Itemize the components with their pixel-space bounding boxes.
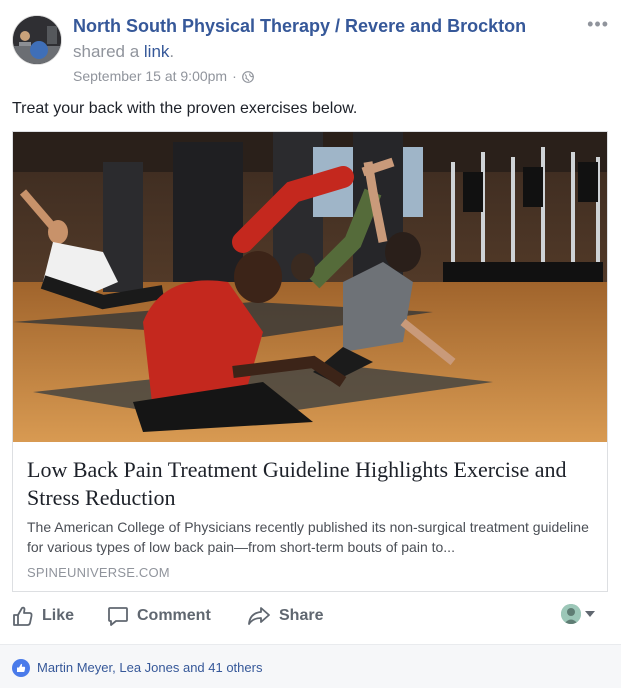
link-preview-image[interactable] xyxy=(13,132,607,442)
more-options-icon[interactable]: ••• xyxy=(587,14,609,35)
share-button[interactable]: Share xyxy=(247,605,323,627)
like-label: Like xyxy=(42,607,75,624)
post-message: Treat your back with the proven exercise… xyxy=(12,100,358,117)
page-avatar[interactable] xyxy=(12,15,62,65)
comment-icon xyxy=(107,605,129,627)
chevron-down-icon xyxy=(585,611,595,617)
shared-link[interactable]: link xyxy=(144,42,170,61)
reaction-summary-link[interactable]: Martin Meyer, Lea Jones and 41 others xyxy=(37,660,262,675)
shared-suffix: . xyxy=(169,42,175,61)
facebook-post: North South Physical Therapy / Revere an… xyxy=(0,0,621,688)
globe-icon[interactable] xyxy=(241,70,254,83)
meta-separator: · xyxy=(232,68,237,84)
shared-prefix: shared a xyxy=(73,42,140,61)
thumbs-up-icon xyxy=(12,605,34,627)
post-meta: September 15 at 9:00pm · xyxy=(73,68,254,84)
share-icon xyxy=(247,605,271,627)
post-as-selector[interactable] xyxy=(561,604,595,624)
link-description: The American College of Physicians recen… xyxy=(27,519,589,555)
comment-button[interactable]: Comment xyxy=(107,605,211,627)
link-title[interactable]: Low Back Pain Treatment Guideline Highli… xyxy=(27,456,597,512)
reactions-bar: Martin Meyer, Lea Jones and 41 others xyxy=(0,644,621,688)
user-avatar-icon xyxy=(561,604,581,624)
share-label: Share xyxy=(279,607,324,624)
link-domain: SPINEUNIVERSE.COM xyxy=(27,565,170,580)
page-name-link[interactable]: North South Physical Therapy / Revere an… xyxy=(73,16,526,37)
comment-label: Comment xyxy=(137,607,211,624)
shared-line: shared a link. xyxy=(73,42,174,62)
like-button[interactable]: Like xyxy=(12,605,74,627)
link-preview-card[interactable]: Low Back Pain Treatment Guideline Highli… xyxy=(12,131,608,592)
post-timestamp[interactable]: September 15 at 9:00pm xyxy=(73,68,227,84)
post-actions-bar: Like Comment Share xyxy=(0,596,621,638)
like-reaction-icon[interactable] xyxy=(12,659,30,677)
